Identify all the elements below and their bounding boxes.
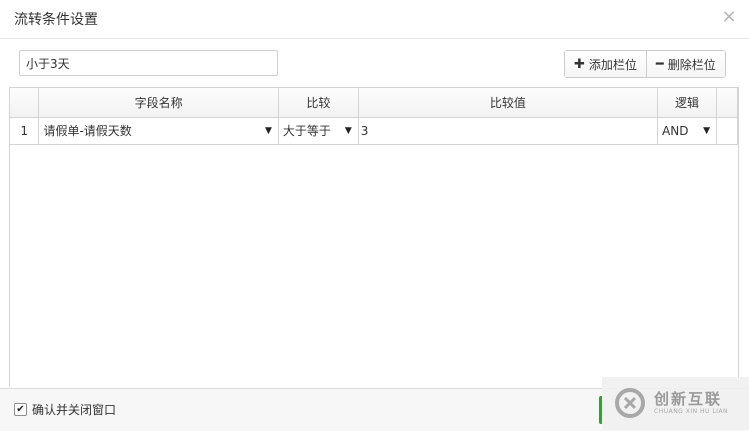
condition-table: 字段名称 比较 比较值 逻辑 1 请假单-请假天数 ▼ 大于等于 ▼ 3 AND…	[10, 88, 738, 145]
checkmark-icon: ✔	[16, 403, 25, 415]
add-column-label: 添加栏位	[588, 57, 637, 72]
field-select-value: 请假单-请假天数	[43, 123, 132, 138]
condition-grid: 字段名称 比较 比较值 逻辑 1 请假单-请假天数 ▼ 大于等于 ▼ 3 AND…	[9, 87, 739, 387]
compare-value-input[interactable]: 3	[359, 118, 657, 144]
close-on-confirm-option[interactable]: ✔ 确认并关闭窗口	[14, 401, 116, 418]
condition-dialog: 流转条件设置 × ✚ 添加栏位 ━ 删除栏位 字段名称 比较 比较值	[0, 0, 749, 431]
dropdown-arrow-icon: ▼	[703, 125, 710, 136]
field-select-cell[interactable]: 请假单-请假天数 ▼	[38, 117, 279, 145]
header-compare[interactable]: 比较	[278, 88, 359, 118]
row-filler	[716, 117, 738, 145]
table-header-row: 字段名称 比较 比较值 逻辑	[10, 88, 738, 118]
table-row: 1 请假单-请假天数 ▼ 大于等于 ▼ 3 AND ▼	[10, 117, 738, 145]
watermark: 创新互联 CHUANG XIN HU LIAN	[602, 377, 749, 430]
compare-select[interactable]: 大于等于 ▼	[279, 118, 358, 144]
column-button-group: ✚ 添加栏位 ━ 删除栏位	[564, 50, 726, 78]
watermark-subtext: CHUANG XIN HU LIAN	[654, 408, 729, 415]
compare-select-value: 大于等于	[282, 123, 331, 138]
minus-icon: ━	[655, 56, 664, 72]
dialog-title: 流转条件设置	[14, 12, 98, 28]
logic-select[interactable]: AND ▼	[658, 118, 716, 144]
header-rownum	[10, 88, 40, 118]
condition-name-input[interactable]	[19, 50, 278, 76]
dropdown-arrow-icon: ▼	[265, 125, 272, 136]
close-on-confirm-checkbox[interactable]: ✔	[14, 403, 27, 416]
title-bar: 流转条件设置 ×	[0, 0, 749, 39]
header-logic[interactable]: 逻辑	[657, 88, 717, 118]
compare-value-cell[interactable]: 3	[358, 117, 659, 145]
header-filler	[716, 88, 738, 118]
add-column-button[interactable]: ✚ 添加栏位	[565, 51, 646, 77]
row-number: 1	[10, 117, 40, 145]
watermark-text: 创新互联	[654, 390, 723, 408]
dropdown-arrow-icon: ▼	[344, 125, 352, 136]
header-field-name[interactable]: 字段名称	[38, 88, 279, 118]
header-compare-value[interactable]: 比较值	[358, 88, 659, 118]
delete-column-button[interactable]: ━ 删除栏位	[645, 51, 725, 77]
logic-select-cell[interactable]: AND ▼	[657, 117, 717, 145]
field-select[interactable]: 请假单-请假天数 ▼	[39, 118, 277, 144]
plus-icon: ✚	[574, 56, 585, 72]
close-on-confirm-label: 确认并关闭窗口	[32, 403, 117, 417]
delete-column-label: 删除栏位	[667, 57, 716, 72]
close-icon[interactable]: ×	[719, 6, 739, 28]
watermark-logo-icon	[615, 388, 645, 418]
compare-select-cell[interactable]: 大于等于 ▼	[278, 117, 359, 145]
logic-select-value: AND	[662, 123, 689, 138]
